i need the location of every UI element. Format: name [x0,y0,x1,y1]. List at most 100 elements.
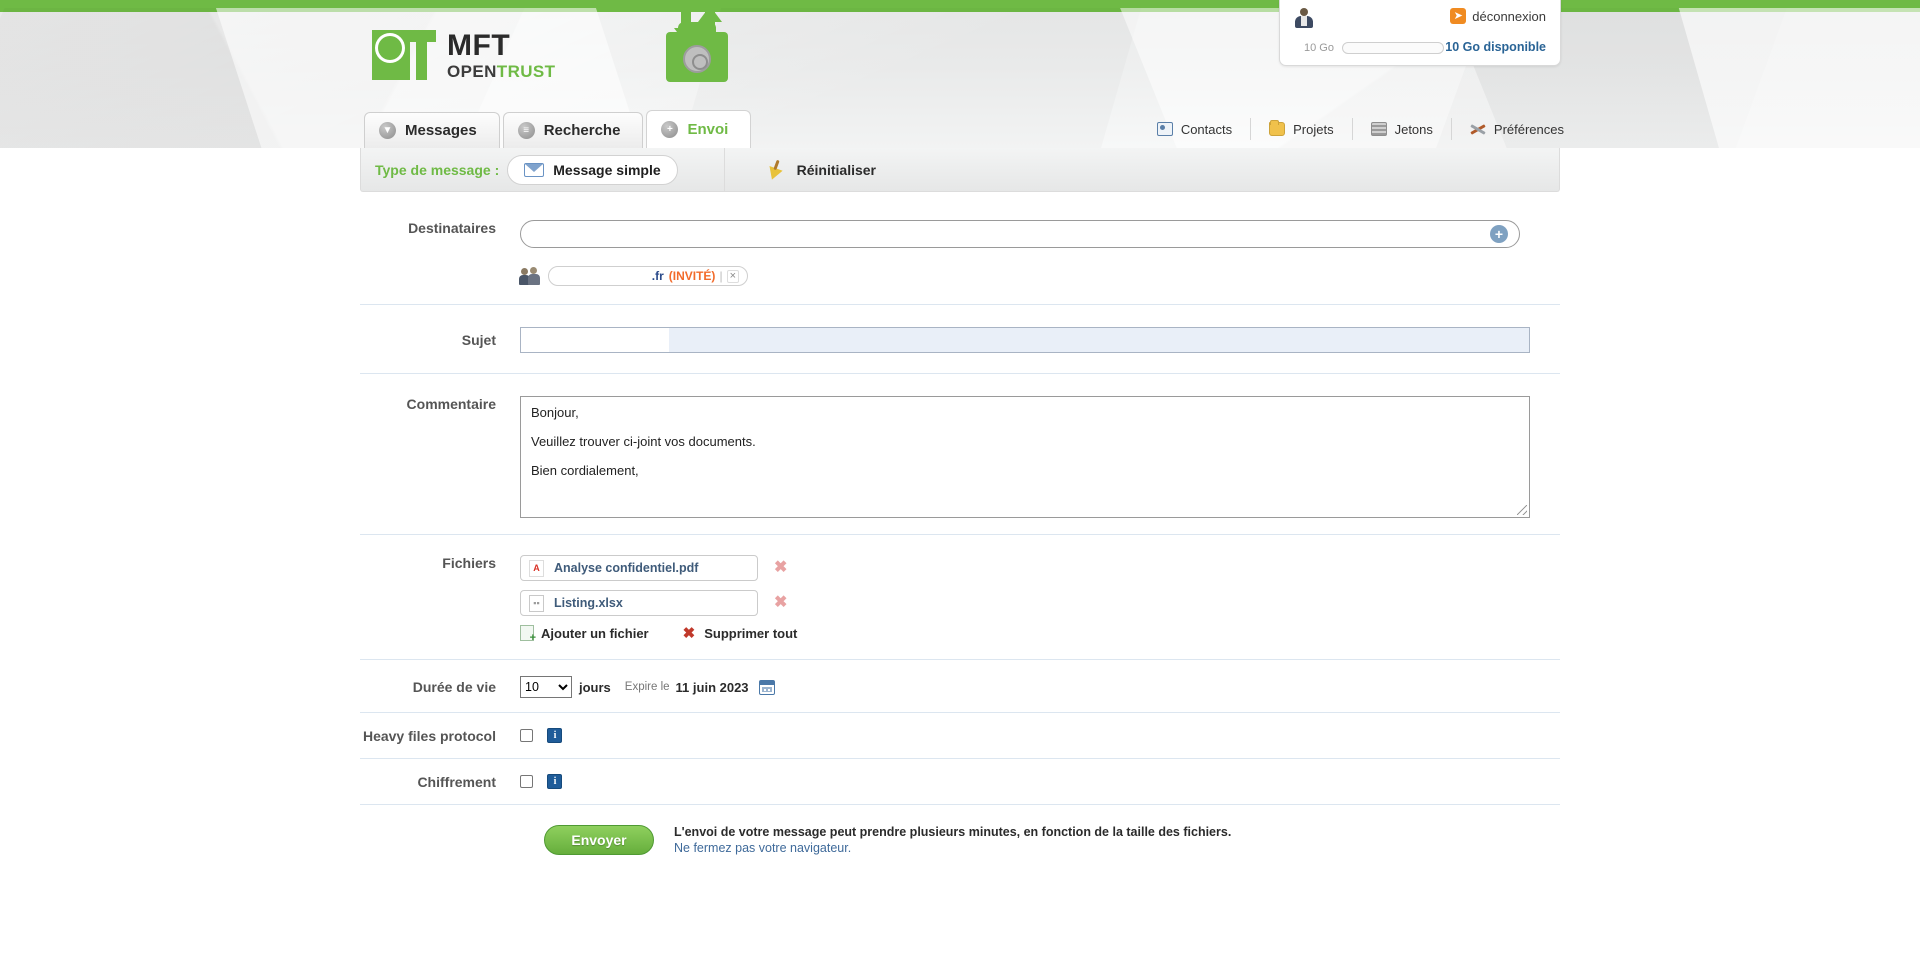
row-chiffrement: Chiffrement i [360,759,1560,805]
logo-trust-text: TRUST [496,61,556,81]
nav-preferences[interactable]: Préférences [1452,118,1564,140]
folder-icon [1269,120,1286,136]
row-commentaire: Commentaire Bonjour, Veuillez trouver ci… [360,374,1560,535]
file-name: Listing.xlsx [554,596,623,610]
logout-label: déconnexion [1472,8,1546,24]
logo-mark-icon [372,30,436,80]
nav-contacts[interactable]: Contacts [1139,118,1252,140]
user-account-panel: ➤ déconnexion 10 Go 10 Go disponible [1279,0,1561,66]
message-type-label: Type de message : [375,161,500,178]
send-form-panel: Type de message : Message simple Réiniti… [360,147,1560,856]
file-item: A Analyse confidentiel.pdf ✖ [520,555,1560,581]
safe-vault-icon [650,6,742,86]
plus-circle-icon: + [661,121,679,138]
remove-recipient-icon[interactable]: × [726,269,739,283]
quota-progress-bar [1342,42,1444,54]
avatar [1294,8,1314,28]
comment-line-1: Bonjour, [531,405,579,420]
comment-line-2: Veuillez trouver ci-joint vos documents. [531,434,756,449]
nav-projets[interactable]: Projets [1251,118,1353,140]
row-fichiers: Fichiers A Analyse confidentiel.pdf ✖ ▪▪… [360,535,1560,660]
logout-icon: ➤ [1450,8,1467,24]
tab-messages[interactable]: ▼ Messages [364,112,500,148]
info-icon[interactable]: i [547,774,563,790]
lifetime-select[interactable]: 10 [520,676,572,698]
heavy-files-protocol-label: Heavy files protocol [362,728,496,744]
row-destinataires: Destinataires + .fr (INVITÉ) | × [360,192,1560,305]
contacts-group-icon [519,267,540,285]
nav-projets-label: Projets [1293,121,1334,137]
add-file-button[interactable]: Ajouter un fichier [520,625,649,644]
recipient-chip-row: .fr (INVITÉ) | × [519,266,1560,286]
info-icon[interactable]: i [547,728,563,744]
lifetime-unit-label: jours [579,679,611,695]
nav-preferences-label: Préférences [1493,121,1564,137]
contacts-icon [1156,122,1173,136]
logout-button[interactable]: ➤ déconnexion [1450,8,1546,24]
add-recipient-icon[interactable]: + [1490,225,1508,243]
message-type-button-label: Message simple [553,161,661,178]
message-type-button[interactable]: Message simple [507,154,678,185]
chevron-down-icon: ▼ [379,122,396,139]
calendar-icon[interactable] [758,679,775,695]
logo-open-text: OPEN [447,61,497,81]
file-box[interactable]: ▪▪ Listing.xlsx [520,590,758,616]
heavy-files-checkbox[interactable] [520,729,533,743]
duree-de-vie-label: Durée de vie [412,679,496,695]
expire-date-value: 11 juin 2023 [675,679,749,695]
remove-file-icon[interactable]: ✖ [774,595,787,611]
chiffrement-checkbox[interactable] [520,775,533,789]
delete-all-label: Supprimer tout [704,625,798,641]
file-item: ▪▪ Listing.xlsx ✖ [520,590,1560,616]
header-facet [1678,8,1920,148]
tab-messages-label: Messages [405,122,477,139]
coins-icon [1370,122,1387,136]
nav-jetons[interactable]: Jetons [1353,118,1452,140]
comment-textarea[interactable]: Bonjour, Veuillez trouver ci-joint vos d… [520,396,1530,518]
list-icon: ≡ [517,122,535,139]
remove-file-icon[interactable]: ✖ [774,560,787,576]
header-right-nav: Contacts Projets Jetons Préférences [1139,118,1564,140]
tab-recherche[interactable]: ≡ Recherche [502,112,644,148]
textarea-resize-handle[interactable] [1517,505,1527,515]
header-green-bar [0,0,1920,12]
nav-jetons-label: Jetons [1394,121,1433,137]
nav-contacts-label: Contacts [1180,121,1233,137]
broom-icon [765,159,785,182]
message-type-toolbar: Type de message : Message simple Réiniti… [360,147,1560,192]
file-name: Analyse confidentiel.pdf [554,561,699,575]
expire-prefix-label: Expire le [624,681,670,693]
delete-all-icon: ✖ [682,624,696,642]
recipient-status-badge: (INVITÉ) [668,269,716,283]
logo-mft-text: MFT [447,28,511,62]
tab-envoi[interactable]: + Envoi [646,110,752,148]
reset-button[interactable]: Réinitialiser [765,159,877,182]
pdf-file-icon: A [529,559,544,577]
tools-icon [1470,122,1486,136]
toolbar-divider [723,147,725,192]
row-sujet: Sujet [360,305,1560,374]
quota-available-label: 10 Go disponible [1445,40,1546,54]
destinataires-label: Destinataires [408,220,496,236]
send-area: Envoyer L'envoi de votre message peut pr… [360,805,1560,856]
recipients-input[interactable] [520,220,1520,248]
add-file-icon [520,625,536,644]
add-file-label: Ajouter un fichier [541,625,649,641]
subject-input[interactable] [520,327,1530,353]
quota-total-label: 10 Go [1304,42,1334,54]
subject-redaction-overlay [521,328,669,352]
tab-envoi-label: Envoi [687,121,729,138]
send-button[interactable]: Envoyer [544,825,654,855]
page-header: MFT OPENTRUST ➤ déconnexion 10 Go 10 Go … [0,0,1920,148]
xls-file-icon: ▪▪ [529,594,544,612]
recipient-domain: .fr [651,269,664,283]
delete-all-files-button[interactable]: ✖ Supprimer tout [683,626,798,641]
recipient-chip[interactable]: .fr (INVITÉ) | × [548,266,748,286]
recipient-redacted-value [557,269,652,283]
file-box[interactable]: A Analyse confidentiel.pdf [520,555,758,581]
mft-opentrust-logo[interactable]: MFT OPENTRUST [372,30,555,80]
reset-label: Réinitialiser [796,161,877,178]
send-note-secondary: Ne fermez pas votre navigateur. [674,840,852,855]
row-duree-de-vie: Durée de vie 10 jours Expire le 11 juin … [360,660,1560,713]
sujet-label: Sujet [461,332,496,348]
